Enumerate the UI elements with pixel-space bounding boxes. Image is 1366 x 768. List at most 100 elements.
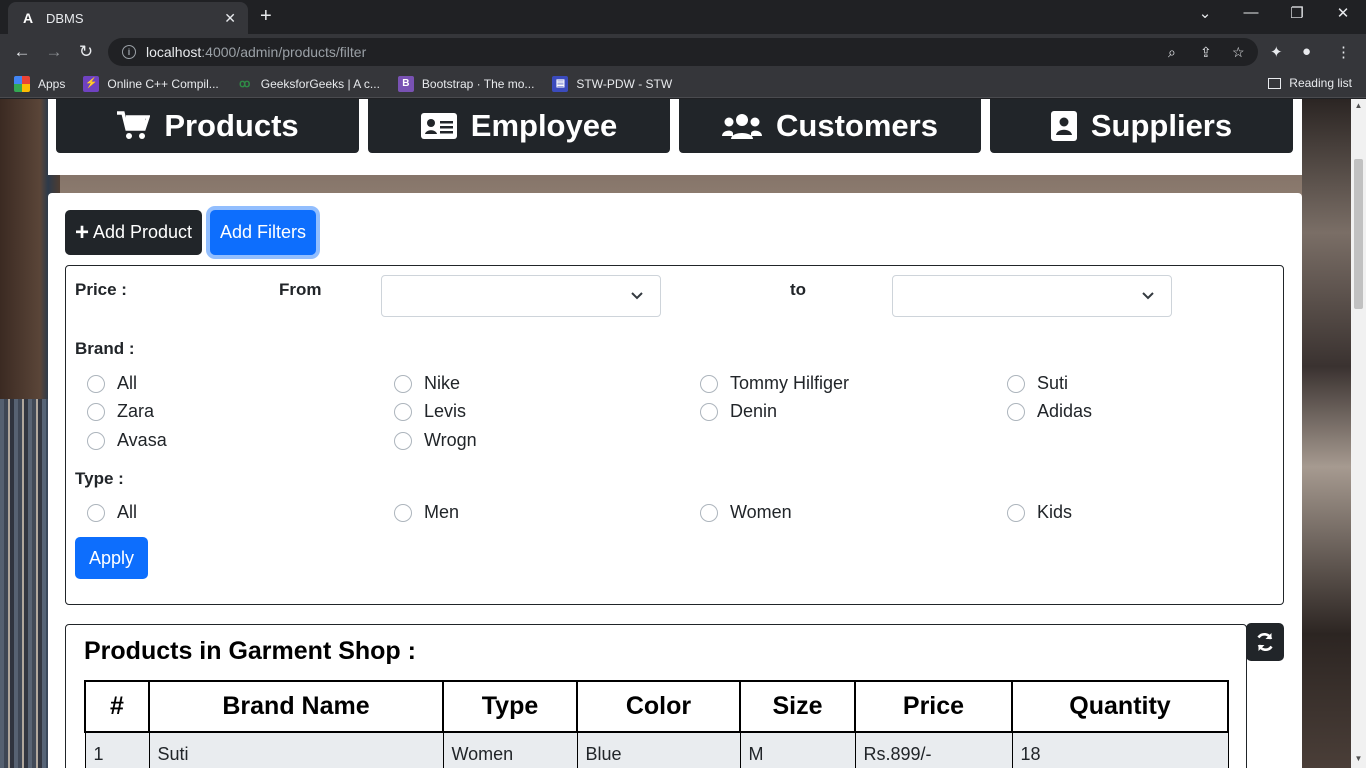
reading-list-icon	[1268, 77, 1282, 89]
restore-icon[interactable]: ❐	[1274, 4, 1320, 22]
radio-circle[interactable]	[394, 402, 412, 421]
radio-label: All	[117, 502, 138, 522]
forward-icon[interactable]: →	[44, 42, 64, 62]
tab-search-chevron-icon[interactable]: ⌄	[1182, 4, 1228, 22]
type-radio-kids[interactable]: Kids	[1007, 502, 1072, 523]
add-filters-button[interactable]: Add Filters	[210, 210, 316, 255]
brand-radio-adidas[interactable]: Adidas	[1007, 401, 1092, 422]
background-image	[0, 399, 48, 768]
bookmark-geeksforgeeks[interactable]: ꝏ GeeksforGeeks | A c...	[237, 76, 380, 92]
refresh-button[interactable]	[1246, 623, 1284, 661]
column-header: Type	[442, 680, 578, 733]
add-product-button[interactable]: + Add Product	[65, 210, 202, 255]
nav-employee-label: Employee	[470, 108, 618, 143]
refresh-icon	[1257, 633, 1273, 651]
column-header: #	[84, 680, 150, 733]
radio-circle[interactable]	[87, 374, 105, 393]
from-label: From	[279, 280, 322, 299]
column-header: Size	[739, 680, 856, 733]
bookmark-online-cpp[interactable]: ⚡ Online C++ Compil...	[83, 75, 219, 92]
scroll-down-icon[interactable]: ▼	[1354, 754, 1363, 763]
radio-circle[interactable]	[394, 503, 412, 522]
address-bar[interactable]: i localhost:4000/admin/products/filter ⌕…	[108, 38, 1258, 66]
type-radio-all[interactable]: All	[87, 502, 137, 523]
bookmarks-bar: Apps ⚡ Online C++ Compil... ꝏ GeeksforGe…	[0, 70, 1366, 98]
nav-customers-button[interactable]: Customers	[679, 99, 981, 153]
radio-label: Women	[730, 502, 792, 522]
brand-radio-tommy-hilfiger[interactable]: Tommy Hilfiger	[700, 373, 849, 394]
close-tab-icon[interactable]: ✕	[224, 10, 236, 27]
tab-title: DBMS	[46, 10, 84, 26]
products-table-title: Products in Garment Shop :	[84, 637, 416, 665]
radio-circle[interactable]	[1007, 503, 1025, 522]
radio-label: Avasa	[117, 430, 167, 450]
nav-employee-button[interactable]: Employee	[368, 99, 670, 153]
nav-products-button[interactable]: Products	[56, 99, 359, 153]
bookmark-star-icon[interactable]: ☆	[1232, 44, 1245, 61]
radio-circle[interactable]	[87, 431, 105, 450]
filter-panel: + Add Product Add Filters Price : From t…	[48, 193, 1302, 768]
nav-suppliers-button[interactable]: Suppliers	[990, 99, 1293, 153]
brand-radio-wrogn[interactable]: Wrogn	[394, 430, 477, 451]
extensions-icon[interactable]: ✦	[1270, 43, 1283, 61]
site-info-icon[interactable]: i	[122, 45, 136, 59]
price-from-select[interactable]	[381, 275, 661, 317]
table-cell: Suti	[148, 731, 444, 768]
bookmark-label: Bootstrap · The mo...	[421, 76, 535, 91]
bookmark-label: GeeksforGeeks | A c...	[260, 76, 380, 91]
bootstrap-icon: B	[397, 75, 414, 92]
profile-icon[interactable]: ●	[1302, 43, 1311, 60]
products-table: # Brand Name Type Color Size Price Quant…	[84, 680, 1229, 768]
back-icon[interactable]: ←	[12, 42, 32, 62]
table-row: 1 Suti Women Blue M Rs.899/- 18	[84, 731, 1229, 768]
brand-radio-avasa[interactable]: Avasa	[87, 430, 167, 451]
brand-radio-all[interactable]: All	[87, 373, 137, 394]
type-label: Type :	[75, 469, 124, 488]
to-label: to	[790, 280, 807, 299]
radio-label: Suti	[1037, 373, 1069, 393]
brand-radio-zara[interactable]: Zara	[87, 401, 154, 422]
radio-circle[interactable]	[1007, 374, 1025, 393]
column-header: Quantity	[1011, 680, 1229, 733]
price-to-select[interactable]	[892, 275, 1172, 317]
apply-button[interactable]: Apply	[75, 537, 148, 579]
brand-radio-levis[interactable]: Levis	[394, 401, 466, 422]
bookmark-apps[interactable]: Apps	[14, 75, 66, 92]
share-icon[interactable]: ⇪	[1200, 44, 1212, 61]
radio-circle[interactable]	[1007, 402, 1025, 421]
radio-label: Kids	[1037, 502, 1073, 522]
table-header-row: # Brand Name Type Color Size Price Quant…	[84, 680, 1229, 733]
minimize-icon[interactable]: —	[1228, 4, 1274, 21]
radio-circle[interactable]	[700, 402, 718, 421]
table-cell: 18	[1011, 731, 1229, 768]
new-tab-icon[interactable]: +	[260, 6, 272, 26]
radio-circle[interactable]	[700, 503, 718, 522]
close-window-icon[interactable]: ✕	[1320, 4, 1366, 22]
brand-radio-suti[interactable]: Suti	[1007, 373, 1068, 394]
scroll-up-icon[interactable]: ▲	[1354, 101, 1363, 110]
cart-icon	[117, 111, 151, 139]
zoom-icon[interactable]: ⌕	[1168, 44, 1176, 61]
bookmark-bootstrap[interactable]: B Bootstrap · The mo...	[397, 75, 535, 92]
brand-radio-denin[interactable]: Denin	[700, 401, 777, 422]
reload-icon[interactable]: ↻	[76, 42, 96, 62]
brand-radio-nike[interactable]: Nike	[394, 373, 460, 394]
scroll-thumb[interactable]	[1354, 159, 1363, 309]
page-scrollbar[interactable]: ▲ ▼	[1351, 99, 1366, 768]
type-radio-men[interactable]: Men	[394, 502, 459, 523]
radio-circle[interactable]	[87, 503, 105, 522]
reading-list[interactable]: Reading list	[1268, 76, 1352, 90]
radio-circle[interactable]	[394, 374, 412, 393]
radio-circle[interactable]	[394, 431, 412, 450]
radio-circle[interactable]	[700, 374, 718, 393]
type-radio-women[interactable]: Women	[700, 502, 792, 523]
radio-circle[interactable]	[87, 402, 105, 421]
bookmark-label: STW-PDW - STW	[576, 76, 673, 91]
id-card-icon	[420, 113, 457, 139]
menu-icon[interactable]: ⋮	[1336, 43, 1351, 61]
bookmark-label: Apps	[38, 76, 66, 91]
bookmark-stw[interactable]: ▤ STW-PDW - STW	[552, 75, 673, 92]
table-cell: M	[739, 731, 856, 768]
browser-tab[interactable]: A DBMS ✕	[8, 2, 248, 34]
brand-label: Brand :	[75, 339, 135, 358]
